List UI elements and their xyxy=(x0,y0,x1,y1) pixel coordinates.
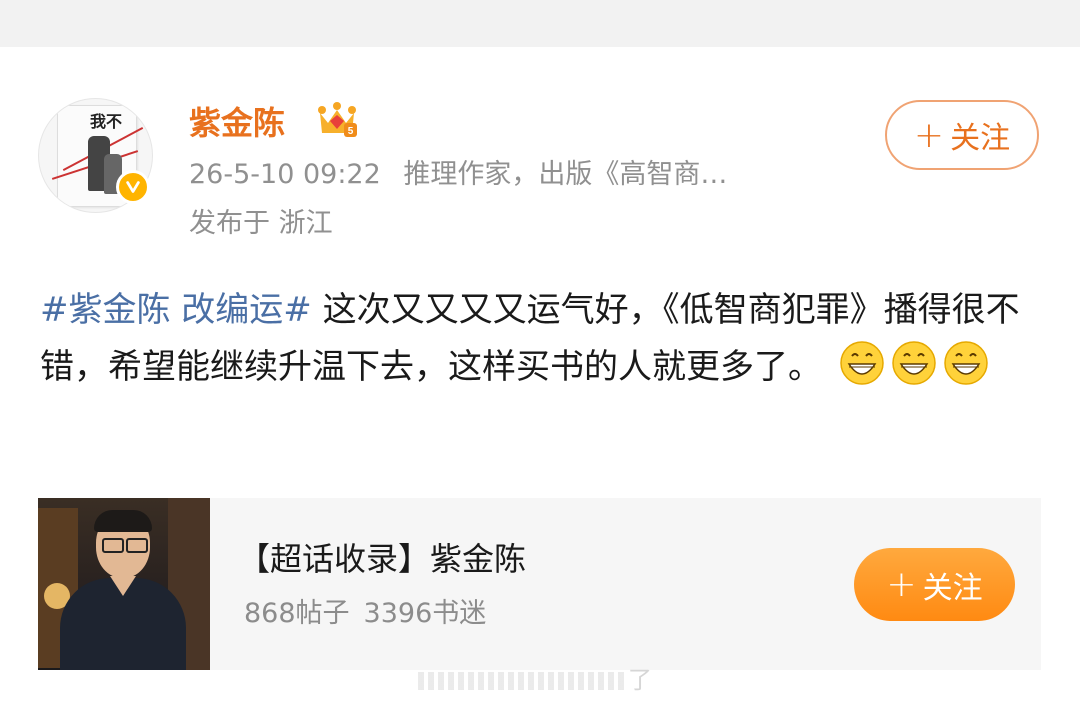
super-topic-photo xyxy=(38,498,210,670)
watermark-text: 了 xyxy=(628,666,652,694)
watermark: 了 xyxy=(418,660,652,695)
topic-hashtag-link[interactable]: #紫金陈 改编运# xyxy=(40,290,312,330)
photo-glasses xyxy=(126,538,148,553)
top-band xyxy=(0,0,1080,47)
super-topic-fans-count: 3396书迷 xyxy=(363,598,487,629)
super-topic-stats: 868帖子 3396书迷 xyxy=(244,594,486,634)
super-topic-follow-button[interactable]: + 关注 xyxy=(854,548,1015,621)
watermark-bars xyxy=(418,672,628,690)
follow-button[interactable]: + 关注 xyxy=(885,100,1039,170)
post-meta: 26-5-10 09:22 推理作家，出版《高智商… xyxy=(189,155,727,195)
post-timestamp: 26-5-10 09:22 xyxy=(189,159,381,190)
grin-emoji-icon xyxy=(944,341,988,385)
super-topic-card[interactable]: 【超话收录】紫金陈 868帖子 3396书迷 + 关注 xyxy=(38,498,1041,670)
super-topic-follow-label: 关注 xyxy=(922,570,983,606)
photo-glasses xyxy=(102,538,124,553)
crown-badge-icon: 5 xyxy=(318,102,357,137)
follow-button-label: 关注 xyxy=(950,121,1011,156)
post-text: #紫金陈 改编运# 这次又又又又运气好，《低智商犯罪》播得很不错，希望能继续升温… xyxy=(40,282,1040,396)
author-bio: 推理作家，出版《高智商… xyxy=(403,159,728,190)
svg-text:5: 5 xyxy=(348,126,354,137)
plus-icon: + xyxy=(886,564,917,605)
grin-emoji-icon xyxy=(840,341,884,385)
author-name[interactable]: 紫金陈 xyxy=(189,101,285,145)
verified-v-badge-icon xyxy=(116,170,150,204)
plus-icon: + xyxy=(913,114,945,156)
super-topic-title: 【超话收录】紫金陈 xyxy=(238,540,527,578)
super-topic-posts-count: 868帖子 xyxy=(244,598,350,629)
post-location: 发布于 浙江 xyxy=(189,208,333,239)
photo-person-hair xyxy=(94,510,152,532)
grin-emoji-icon xyxy=(892,341,936,385)
